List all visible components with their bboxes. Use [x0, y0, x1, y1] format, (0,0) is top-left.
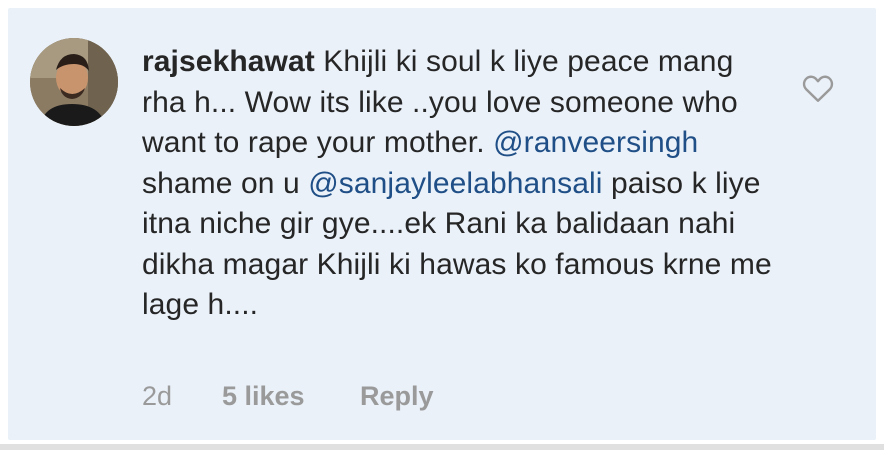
mention-ranveersingh[interactable]: @ranveersingh [493, 126, 698, 159]
screenshot-frame: rajsekhawat Khijli ki soul k liye peace … [0, 0, 884, 450]
profile-photo [30, 38, 118, 126]
comment-timestamp: 2d [142, 380, 173, 411]
bottom-divider [0, 444, 884, 450]
like-heart-glyph [802, 75, 834, 102]
mention-sanjayleelabhansali[interactable]: @sanjayleelabhansali [308, 167, 602, 200]
heart-icon[interactable] [800, 70, 836, 106]
comment-card: rajsekhawat Khijli ki soul k liye peace … [8, 8, 876, 440]
comment-meta-row: 2d 5 likes Reply [142, 376, 434, 416]
comment-text-part2: shame on u [142, 166, 309, 200]
likes-count-link[interactable]: 5 likes [222, 381, 360, 412]
reply-button[interactable]: Reply [360, 381, 434, 412]
comment-text: rajsekhawat Khijli ki soul k liye peace … [142, 42, 782, 326]
comment-username[interactable]: rajsekhawat [142, 45, 315, 78]
avatar[interactable] [30, 38, 118, 126]
